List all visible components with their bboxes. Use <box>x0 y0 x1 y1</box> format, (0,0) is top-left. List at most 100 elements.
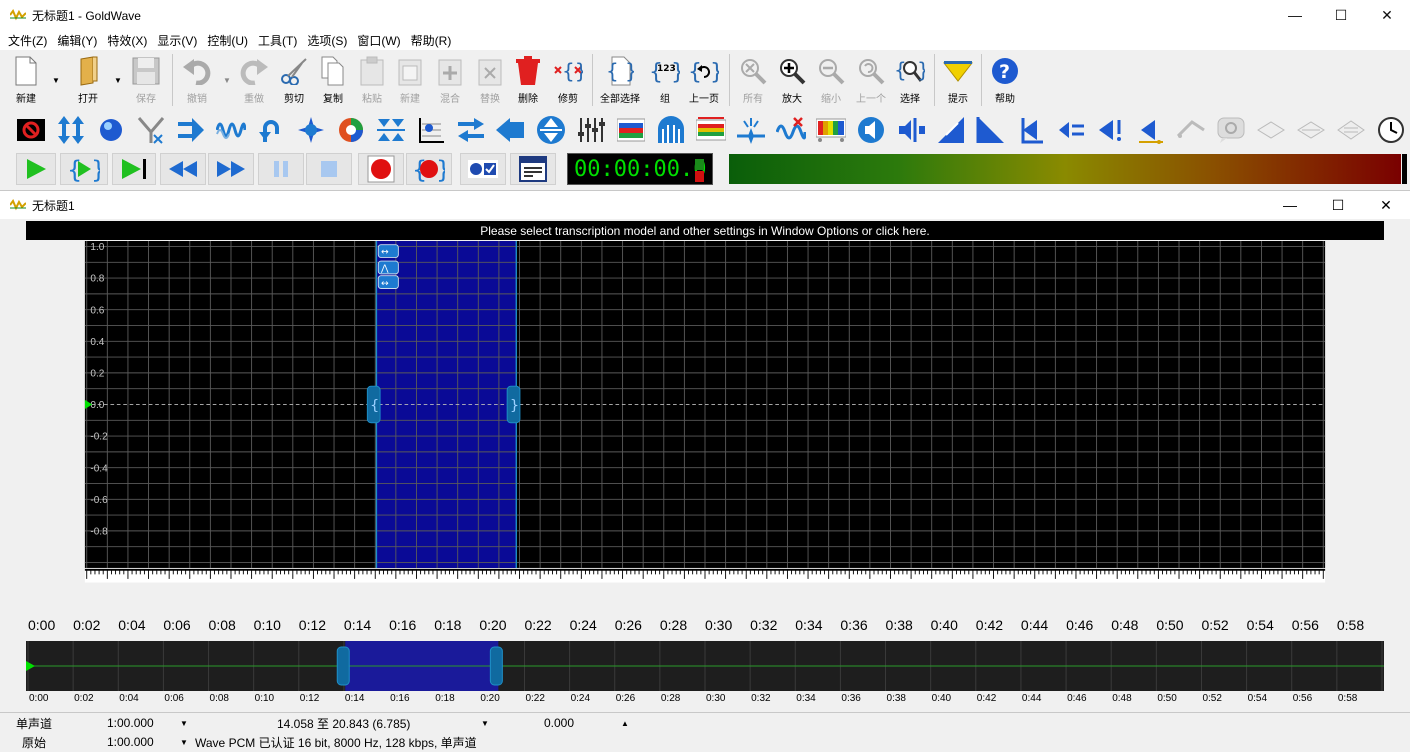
new-dropdown-icon[interactable]: ▼ <box>52 76 60 85</box>
copy-button[interactable]: 复制 <box>313 54 353 108</box>
play-audio-effect-button[interactable] <box>856 115 886 145</box>
help-button[interactable]: ? 帮助 <box>985 54 1025 108</box>
status-zoom[interactable]: 1:00.000 <box>107 714 154 732</box>
menu-edit[interactable]: 编辑(Y) <box>53 32 101 49</box>
paste-new-button[interactable]: 新建 <box>390 54 430 108</box>
device-controls-button[interactable] <box>510 153 556 185</box>
replace-button[interactable]: 替换 <box>470 54 510 108</box>
maximize-volume-button[interactable] <box>1096 115 1126 145</box>
doc-maximize-button[interactable]: ☐ <box>1314 191 1362 219</box>
pan-button[interactable] <box>456 115 486 145</box>
menu-view[interactable]: 显示(V) <box>153 32 201 49</box>
time-warp-button[interactable] <box>1376 115 1406 145</box>
reverb-button[interactable] <box>656 115 686 145</box>
redo-button[interactable]: 重做 <box>234 54 274 108</box>
offset-button[interactable] <box>496 115 526 145</box>
volume-balance-button[interactable] <box>896 115 926 145</box>
record-selection-button[interactable]: {} <box>406 153 452 185</box>
cue-button[interactable]: 提示 <box>938 54 978 108</box>
spectrum-filter-button[interactable] <box>616 115 646 145</box>
sliders-button[interactable] <box>576 115 606 145</box>
paste-button[interactable]: 粘贴 <box>352 54 392 108</box>
pitch-button[interactable] <box>536 115 566 145</box>
disabled-effect-1-button[interactable] <box>1176 115 1206 145</box>
zoom-all-button[interactable]: 所有 <box>733 54 773 108</box>
group-button[interactable]: {123} 组 <box>645 54 685 108</box>
menu-file[interactable]: 文件(Z) <box>4 32 51 49</box>
reverse-button[interactable] <box>256 115 286 145</box>
spectrum-analyzer-button[interactable] <box>816 115 846 145</box>
mechanize-button[interactable] <box>336 115 366 145</box>
record-button[interactable] <box>358 153 404 185</box>
zoom-in-button[interactable]: 放大 <box>772 54 812 108</box>
waveform-display[interactable]: 1.0 0.8 0.6 0.4 0.2 0.0 -0.2 -0.4 -0.6 -0.8 {} ↔ ⋀ ↔ <box>26 241 1384 599</box>
selection-dropdown-icon[interactable]: ▼ <box>481 719 489 728</box>
prev-page-button[interactable]: {} 上一页 <box>684 54 724 108</box>
fast-forward-button[interactable] <box>208 153 254 185</box>
play-selection-button[interactable]: {} <box>60 153 108 185</box>
menu-options[interactable]: 选项(S) <box>303 32 351 49</box>
fade-out-button[interactable] <box>976 115 1006 145</box>
mix-button[interactable]: 混合 <box>430 54 470 108</box>
stop-button[interactable] <box>306 153 352 185</box>
zoom-dropdown-icon[interactable]: ▼ <box>180 719 188 728</box>
play-button[interactable] <box>16 153 56 185</box>
menu-help[interactable]: 帮助(R) <box>407 32 456 49</box>
channel-mixer-button[interactable] <box>136 115 166 145</box>
new-button[interactable]: 新建 <box>6 54 46 108</box>
menu-control[interactable]: 控制(U) <box>203 32 252 49</box>
stop-effect-button[interactable] <box>16 115 46 145</box>
pause-button[interactable] <box>258 153 304 185</box>
menu-tools[interactable]: 工具(T) <box>254 32 301 49</box>
cut-button[interactable]: 剪切 <box>274 54 314 108</box>
select-all-button[interactable]: {} 全部选择 <box>600 54 640 108</box>
volume-matcher-button[interactable] <box>1056 115 1086 145</box>
doc-close-button[interactable]: ✕ <box>1362 191 1410 219</box>
fade-in-button[interactable] <box>936 115 966 145</box>
zoom-previous-button[interactable]: 上一个 <box>851 54 891 108</box>
zoom-select-button[interactable]: {} 选择 <box>890 54 930 108</box>
rewind-button[interactable] <box>160 153 206 185</box>
close-button[interactable]: ✕ <box>1364 0 1410 30</box>
status-length[interactable]: 1:00.000 <box>107 733 154 751</box>
undo-dropdown-icon[interactable]: ▼ <box>223 76 231 85</box>
echo-button[interactable] <box>216 115 246 145</box>
open-button[interactable]: 打开 <box>68 54 108 108</box>
record-mode-button[interactable] <box>460 153 506 185</box>
transcription-banner[interactable]: Please select transcription model and ot… <box>26 221 1384 240</box>
trim-button[interactable]: {} 修剪 <box>548 54 588 108</box>
delete-button[interactable]: 删除 <box>508 54 548 108</box>
flange-button[interactable] <box>296 115 326 145</box>
disabled-effect-4-button[interactable] <box>1296 115 1326 145</box>
shape-volume-button[interactable] <box>1016 115 1046 145</box>
menu-effects[interactable]: 特效(X) <box>103 32 151 49</box>
equalizer-button[interactable] <box>416 115 446 145</box>
save-button[interactable]: 保存 <box>126 54 166 108</box>
stop-sign-icon <box>17 119 45 141</box>
disabled-effect-2-button[interactable] <box>1216 115 1246 145</box>
undo-button[interactable]: 撤销 <box>177 54 217 108</box>
status-selection[interactable]: 14.058 至 20.843 (6.785) <box>277 714 410 732</box>
auto-gain-button[interactable] <box>56 115 86 145</box>
length-dropdown-icon[interactable]: ▼ <box>180 738 188 747</box>
disabled-effect-5-button[interactable] <box>1336 115 1366 145</box>
noise-gate-button[interactable] <box>776 115 806 145</box>
minimize-button[interactable]: — <box>1272 0 1318 30</box>
overview-display[interactable] <box>26 641 1384 691</box>
maximize-button[interactable]: ☐ <box>1318 0 1364 30</box>
compressor-button[interactable] <box>376 115 406 145</box>
status-position: 0.000 <box>544 716 575 730</box>
volume-envelope-button[interactable] <box>1136 115 1166 145</box>
bubble-effect-button[interactable] <box>96 115 126 145</box>
doc-minimize-button[interactable]: — <box>1266 191 1314 219</box>
menu-window[interactable]: 窗口(W) <box>353 32 404 49</box>
disabled-effect-3-button[interactable] <box>1256 115 1286 145</box>
play-to-end-button[interactable] <box>112 153 156 185</box>
noise-reduction-button[interactable] <box>696 115 726 145</box>
zoom-out-button[interactable]: 缩小 <box>811 54 851 108</box>
pop-click-button[interactable] <box>736 115 766 145</box>
doppler-button[interactable] <box>176 115 206 145</box>
position-up-icon[interactable]: ▲ <box>621 719 629 728</box>
selection-bracket-glyph: } <box>510 397 519 414</box>
open-dropdown-icon[interactable]: ▼ <box>114 76 122 85</box>
